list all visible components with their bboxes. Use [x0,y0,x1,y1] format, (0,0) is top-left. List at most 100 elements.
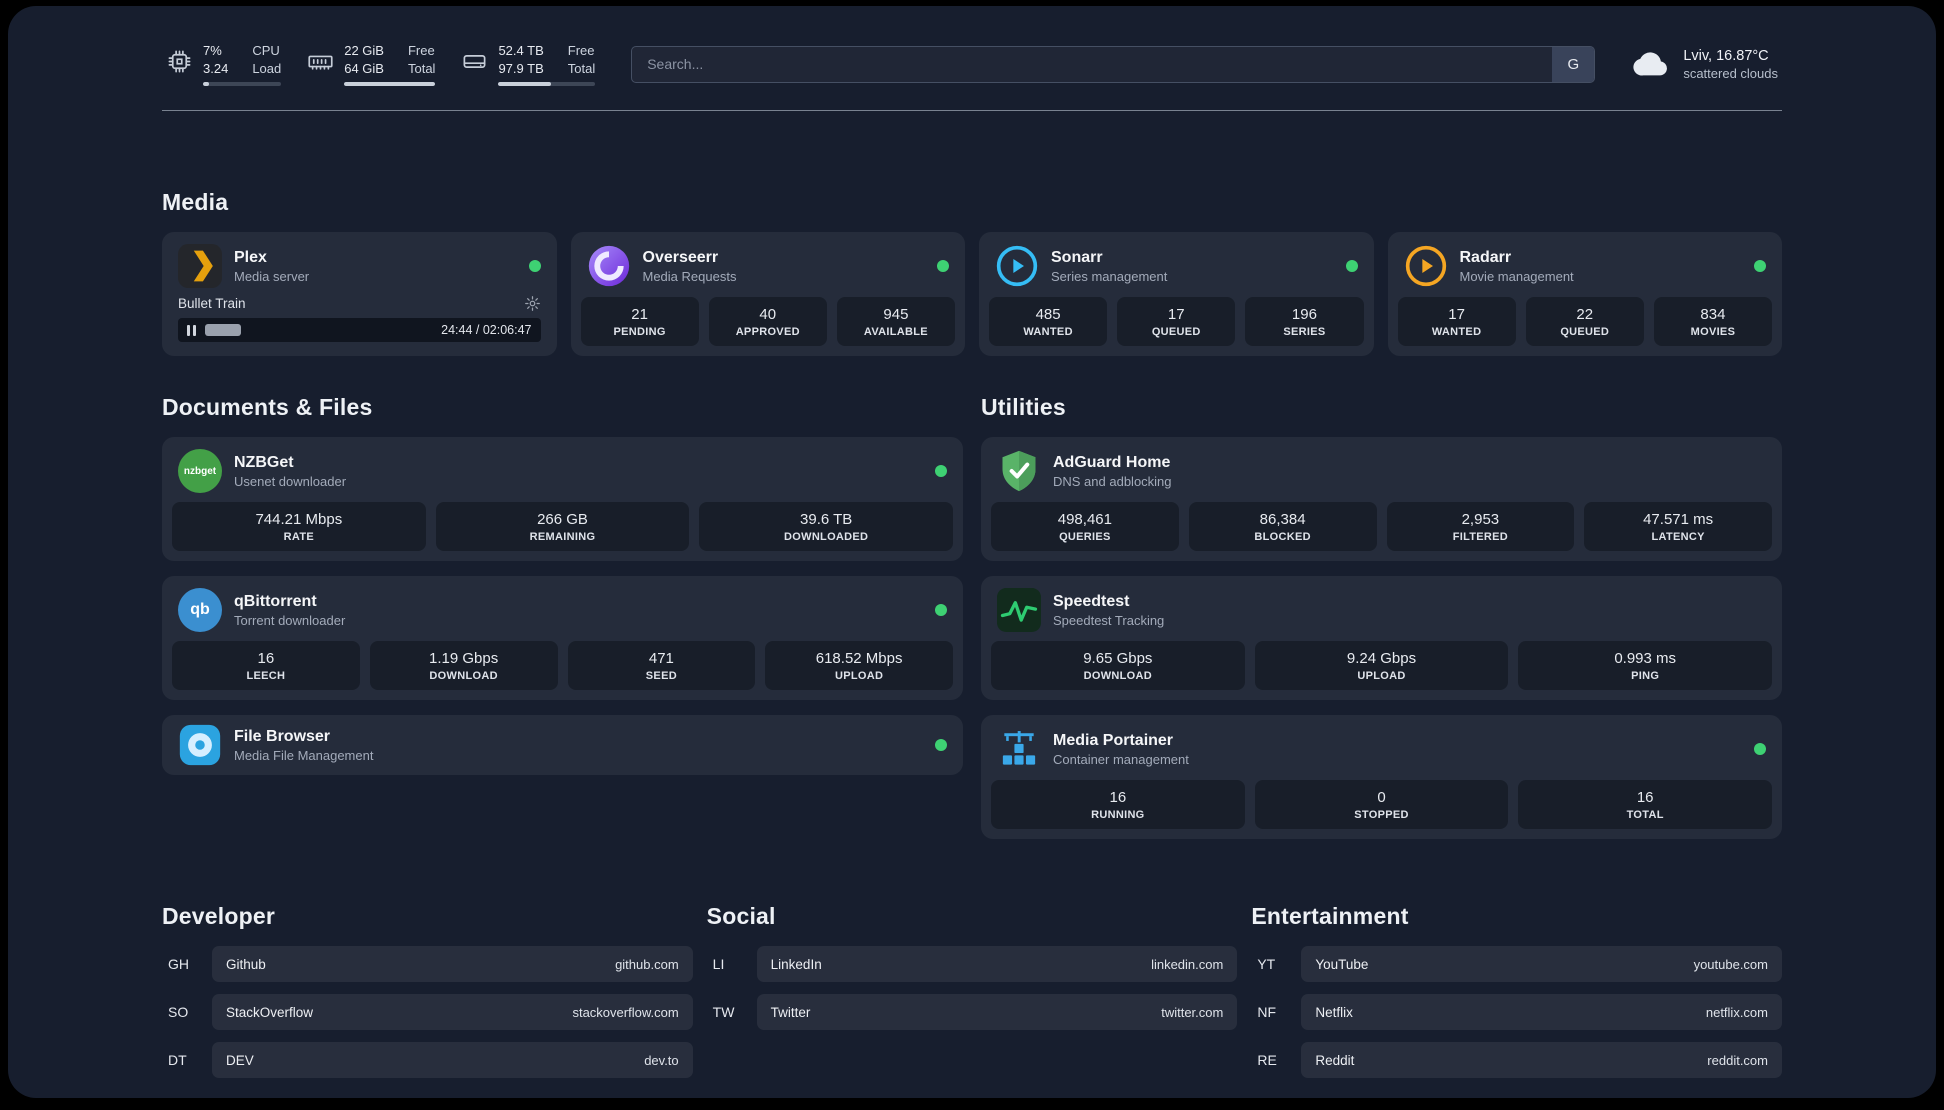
bookmark-netflix[interactable]: NF Netflix netflix.com [1251,994,1782,1030]
stat-queued: 17 QUEUED [1117,297,1236,346]
search-provider-button[interactable]: G [1552,46,1595,82]
nzbget-icon-text: nzbget [183,465,217,477]
cpu-label-top: CPU [252,43,280,58]
memory-total-value: 64 GiB [344,61,384,76]
stat-label: FILTERED [1452,531,1509,543]
cloud-icon [1631,43,1673,85]
playback-time: 24:44 / 02:06:47 [441,323,532,337]
memory-free-value: 22 GiB [344,43,384,58]
app-description: DNS and adblocking [1053,473,1172,489]
disk-icon [461,42,488,75]
stat-label: QUEUED [1560,326,1610,338]
disk-label-top: Free [567,43,595,58]
stat-label: MOVIES [1690,326,1736,338]
stat-value: 16 [1636,789,1654,806]
stat-label: PENDING [613,326,666,338]
qbittorrent-icon-text: qb [190,601,210,618]
app-description: Speedtest Tracking [1053,612,1165,628]
stat-label: QUEUED [1151,326,1201,338]
speedtest-card[interactable]: Speedtest Speedtest Tracking 9.65 Gbps D… [981,576,1782,700]
memory-progress-bar [344,82,436,86]
bookmark-abbr: SO [168,1004,189,1020]
app-name: Overseerr [642,248,719,266]
overseerr-card[interactable]: Overseerr Media Requests 21 PENDING 40 A… [570,232,965,356]
adguard-card[interactable]: AdGuard Home DNS and adblocking 498,461 … [981,437,1782,561]
cpu-icon [166,42,193,75]
status-dot [1754,743,1766,755]
stat-running: 16 RUNNING [991,780,1245,829]
gear-icon[interactable] [524,295,541,312]
stat-ping: 0.993 ms PING [1518,641,1773,690]
documents-section: Documents & Files nzbget NZBGet Usenet d… [162,394,963,839]
stat-label: WANTED [1431,326,1482,338]
bookmark-reddit[interactable]: RE Reddit reddit.com [1251,1042,1782,1078]
stat-label: SERIES [1283,326,1326,338]
stat-series: 196 SERIES [1245,297,1364,346]
bookmark-url: netflix.com [1705,1004,1768,1020]
stat-movies: 834 MOVIES [1653,297,1773,346]
nzbget-icon: nzbget [178,449,222,493]
bookmark-github[interactable]: GH Github github.com [162,946,693,982]
stat-wanted: 17 WANTED [1397,297,1516,346]
bookmark-linkedin[interactable]: LI LinkedIn linkedin.com [707,946,1238,982]
stat-value: 16 [257,650,275,667]
bookmark-twitter[interactable]: TW Twitter twitter.com [707,994,1238,1030]
stat-value: 16 [1109,789,1127,806]
pause-icon[interactable] [187,324,196,336]
radarr-card[interactable]: Radarr Movie management 17 WANTED 22 QUE… [1387,232,1782,356]
bookmark-url: dev.to [644,1052,679,1068]
bookmark-url: reddit.com [1707,1052,1768,1068]
overseerr-icon [587,244,631,288]
disk-label-bottom: Total [567,61,596,76]
stat-label: TOTAL [1626,809,1664,821]
qbittorrent-card[interactable]: qb qBittorrent Torrent downloader 16 LEE… [162,576,963,700]
cpu-label-bottom: Load [252,61,282,76]
stat-available: 945 AVAILABLE [836,297,956,346]
status-dot [1754,260,1766,272]
filebrowser-icon [178,723,222,767]
status-dot [935,604,947,616]
stat-value: 9.24 Gbps [1346,650,1417,667]
stat-download: 1.19 Gbps DOWNLOAD [369,641,558,690]
media-section-title: Media [162,189,229,215]
search-bar: G [631,45,1596,83]
now-playing-title: Bullet Train [178,296,246,311]
bookmark-stackoverflow[interactable]: SO StackOverflow stackoverflow.com [162,994,693,1030]
stat-rate: 744.21 Mbps RATE [172,502,426,551]
stat-value: 17 [1448,306,1465,323]
stat-leech: 16 LEECH [172,641,360,690]
bookmark-abbr: LI [712,956,725,972]
sonarr-card[interactable]: Sonarr Series management 485 WANTED 17 Q… [979,232,1374,356]
app-description: Torrent downloader [234,612,346,628]
bookmark-abbr: YT [1257,956,1276,972]
stat-label: AVAILABLE [863,326,928,338]
bookmark-name: YouTube [1315,956,1369,972]
filebrowser-card[interactable]: File Browser Media File Management [162,715,963,775]
qbittorrent-icon: qb [178,588,222,632]
bookmark-group-title: Developer [162,903,276,929]
playback-progress-bar[interactable] [205,323,432,337]
bookmark-abbr: DT [168,1052,187,1068]
bookmark-dev[interactable]: DT DEV dev.to [162,1042,693,1078]
plex-now-playing: Bullet Train 24:44 / 02:06:47 [170,292,549,347]
app-description: Usenet downloader [234,473,347,489]
portainer-card[interactable]: Media Portainer Container management 16 … [981,715,1782,839]
disk-progress-bar [498,82,596,86]
stat-label: SEED [645,670,677,682]
sonarr-icon [995,244,1039,288]
stat-label: REMAINING [529,531,596,543]
bookmark-url: linkedin.com [1151,956,1224,972]
disk-widget: 52.4 TB Free 97.9 TB Total [461,42,596,86]
status-dot [528,260,541,272]
app-name: NZBGet [234,453,294,471]
media-section: Media Plex Media server Bullet Train 24:… [162,189,1782,356]
search-input[interactable] [632,46,1553,82]
bookmark-youtube[interactable]: YT YouTube youtube.com [1251,946,1782,982]
plex-icon [178,244,222,288]
bookmarks: Developer GH Github github.com SO StackO… [162,903,1782,1098]
plex-card[interactable]: Plex Media server Bullet Train 24:44 / 0… [162,232,557,356]
stat-upload: 618.52 Mbps UPLOAD [765,641,953,690]
bookmark-abbr: GH [168,956,189,972]
bookmark-name: StackOverflow [226,1004,314,1020]
nzbget-card[interactable]: nzbget NZBGet Usenet downloader 744.21 M… [162,437,963,561]
